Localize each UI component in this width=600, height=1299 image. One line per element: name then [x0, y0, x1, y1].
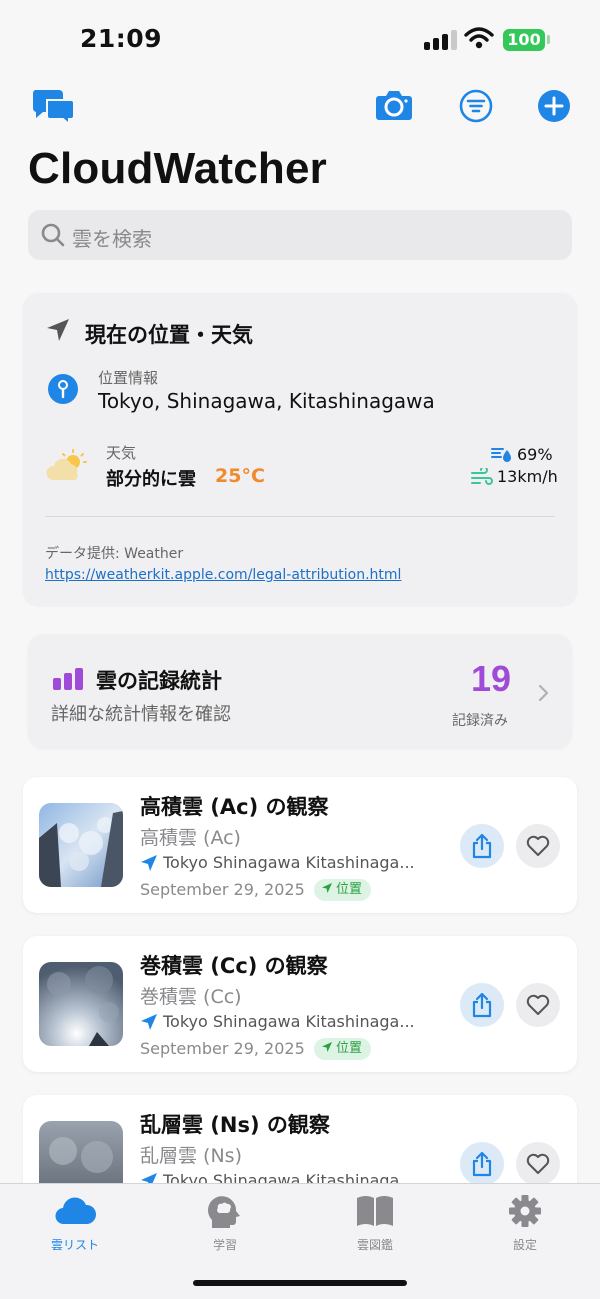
stats-subtitle: 詳細な統計情報を確認: [51, 704, 231, 725]
tab-cloud-list[interactable]: 雲リスト: [25, 1194, 125, 1253]
observation-title: 高積雲 (Ac) の観察: [140, 795, 329, 819]
chat-bubbles-icon[interactable]: [31, 88, 75, 124]
location-arrow-icon: [322, 883, 332, 893]
location-badge: 位置: [314, 879, 372, 901]
app-title: CloudWatcher: [28, 144, 327, 193]
observation-title: 巻積雲 (Cc) の観察: [140, 954, 328, 978]
favorite-button[interactable]: [516, 983, 560, 1027]
map-pin-icon: [48, 374, 78, 404]
tab-label: 雲リスト: [50, 1238, 99, 1252]
cellular-signal-icon: [424, 30, 458, 50]
cloud-photo-thumbnail: [39, 962, 123, 1046]
divider: [45, 516, 555, 517]
observation-location: Tokyo Shinagawa Kitashinaga...: [163, 1012, 415, 1031]
observation-card[interactable]: 巻積雲 (Cc) の観察 巻積雲 (Cc) Tokyo Shinagawa Ki…: [23, 936, 577, 1072]
tab-label: 学習: [212, 1238, 237, 1252]
location-arrow-icon: [141, 855, 157, 871]
wifi-icon: [464, 27, 494, 49]
tab-settings[interactable]: 設定: [475, 1194, 575, 1253]
status-time: 21:09: [80, 24, 163, 53]
gear-icon: [509, 1195, 541, 1227]
cloud-photo-thumbnail: [39, 803, 123, 887]
cloud-type: 巻積雲 (Cc): [140, 986, 242, 1008]
cloud-type: 高積雲 (Ac): [140, 827, 241, 849]
humidity-value: 69%: [517, 445, 553, 464]
weather-card-heading: 現在の位置・天気: [85, 323, 253, 347]
search-icon: [41, 223, 65, 247]
battery-indicator: 100: [503, 29, 545, 51]
battery-tip: [547, 35, 550, 44]
share-button[interactable]: [460, 983, 504, 1027]
location-arrow-icon: [47, 319, 69, 341]
brain-head-icon: [208, 1196, 240, 1228]
humidity-icon: [491, 448, 511, 462]
cloud-icon: [55, 1197, 96, 1225]
share-icon: [472, 1151, 492, 1177]
share-icon: [472, 992, 492, 1018]
location-label: 位置情報: [98, 369, 159, 387]
observation-card[interactable]: 高積雲 (Ac) の観察 高積雲 (Ac) Tokyo Shinagawa Ki…: [23, 777, 577, 913]
location-badge-label: 位置: [336, 882, 363, 897]
temperature: 25°C: [215, 465, 265, 487]
observation-date: September 29, 2025: [140, 1039, 305, 1058]
camera-icon[interactable]: [375, 89, 413, 121]
tab-learning[interactable]: 学習: [175, 1194, 275, 1253]
filter-icon[interactable]: [459, 89, 493, 123]
search-field[interactable]: 雲を検索: [28, 210, 572, 260]
tab-label: 雲図鑑: [356, 1238, 393, 1252]
search-placeholder: 雲を検索: [72, 227, 152, 251]
location-arrow-icon: [141, 1014, 157, 1030]
observation-location: Tokyo Shinagawa Kitashinaga...: [163, 853, 415, 872]
status-bar: 21:09 100: [0, 0, 600, 80]
partly-cloudy-icon: [46, 449, 87, 480]
observation-title: 乱層雲 (Ns) の観察: [140, 1113, 330, 1137]
share-icon: [472, 833, 492, 859]
stats-title: 雲の記録統計: [96, 669, 222, 693]
share-button[interactable]: [460, 824, 504, 868]
heart-icon: [526, 994, 550, 1015]
weather-card: 現在の位置・天気 位置情報 Tokyo, Shinagawa, Kitashin…: [23, 293, 577, 605]
favorite-button[interactable]: [516, 824, 560, 868]
location-badge-label: 位置: [336, 1041, 363, 1056]
favorite-button[interactable]: [516, 1142, 560, 1186]
location-arrow-icon: [322, 1042, 332, 1052]
bar-chart-icon: [53, 668, 83, 690]
cloud-type: 乱層雲 (Ns): [140, 1145, 242, 1167]
wind-value: 13km/h: [497, 467, 558, 486]
share-button[interactable]: [460, 1142, 504, 1186]
attribution-label: データ提供: Weather: [45, 546, 184, 562]
observation-date: September 29, 2025: [140, 880, 305, 899]
stats-count-caption: 記録済み: [452, 713, 508, 729]
heart-icon: [526, 835, 550, 856]
heart-icon: [526, 1153, 550, 1174]
location-badge: 位置: [314, 1038, 372, 1060]
tab-cloud-encyclopedia[interactable]: 雲図鑑: [325, 1194, 425, 1253]
home-indicator: [193, 1280, 407, 1286]
attribution-link[interactable]: https://weatherkit.apple.com/legal-attri…: [45, 567, 401, 583]
weather-condition: 部分的に雲: [106, 469, 196, 490]
tab-label: 設定: [512, 1238, 537, 1252]
book-icon: [357, 1196, 393, 1226]
stats-count: 19: [470, 658, 512, 699]
add-icon[interactable]: [537, 89, 571, 123]
location-value: Tokyo, Shinagawa, Kitashinagawa: [98, 389, 435, 413]
chevron-right-icon: [538, 684, 549, 702]
weather-label: 天気: [106, 444, 137, 462]
stats-card[interactable]: 雲の記録統計 詳細な統計情報を確認 19 記録済み: [28, 634, 572, 748]
wind-icon: [471, 468, 493, 485]
